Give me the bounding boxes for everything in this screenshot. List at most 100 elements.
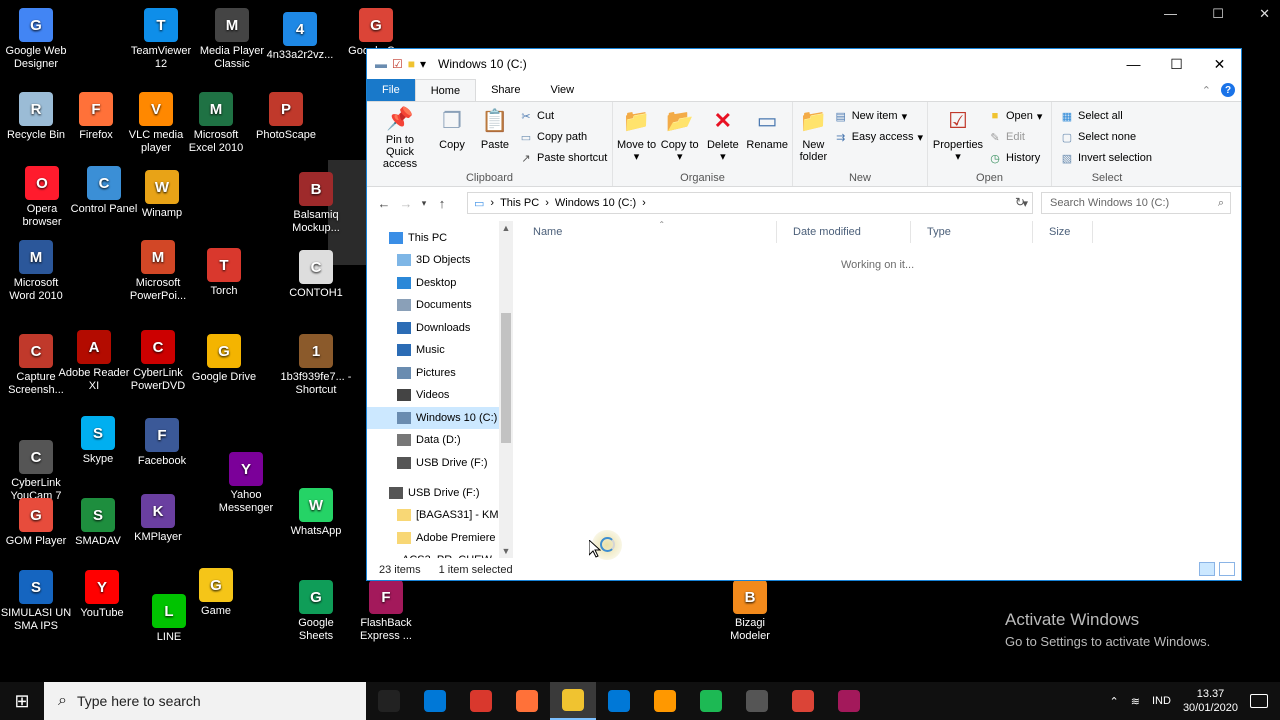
desktop-icon[interactable]: C CyberLink PowerDVD [122,330,194,393]
column-size[interactable]: Size [1033,221,1093,243]
desktop-icon[interactable]: T Torch [188,248,260,298]
address-bar[interactable]: ▭ › This PC › Windows 10 (C:) › ▾ [467,192,1033,214]
desktop-icon[interactable]: G Google Drive [188,334,260,384]
nav-item[interactable]: Windows 10 (C:) [367,407,499,429]
nav-item[interactable]: Videos [367,384,499,406]
desktop-icon[interactable]: S Skype [62,416,134,466]
minimize-button[interactable]: — [1112,49,1155,79]
desktop-icon[interactable]: S SIMULASI UN SMA IPS [0,570,72,633]
copy-to-button[interactable]: 📂 Copy to ▾ [660,104,699,170]
move-to-button[interactable]: 📁 Move to ▾ [617,104,656,170]
desktop-icon[interactable]: G Google Sheets [280,580,352,643]
tab-home[interactable]: Home [414,79,477,101]
nav-item[interactable]: USB Drive (F:) [367,452,499,474]
tab-share[interactable]: Share [476,79,535,101]
desktop-icon[interactable]: M Media Player Classic [196,8,268,71]
select-all-button[interactable]: ▦ Select all [1060,107,1152,125]
nav-item[interactable]: Adobe Premiere [367,527,499,549]
paste-button[interactable]: 📋 Paste [475,104,515,170]
column-date-modified[interactable]: Date modified [777,221,911,243]
desktop-icon[interactable]: W Winamp [126,170,198,220]
paste-shortcut-button[interactable]: ↗ Paste shortcut [519,149,607,167]
search-input[interactable]: Search Windows 10 (C:) ⌕ [1041,192,1231,214]
nav-item[interactable]: ACS3_PR_CHEW... [367,549,500,558]
copy-path-button[interactable]: ▭ Copy path [519,128,607,146]
edit-button[interactable]: ✎ Edit [988,128,1042,146]
taskbar-app[interactable] [458,682,504,720]
taskbar-app[interactable] [780,682,826,720]
taskbar-app[interactable] [642,682,688,720]
maximize-button[interactable]: ☐ [1155,49,1198,79]
copy-button[interactable]: ❐ Copy [433,104,471,170]
desktop-icon[interactable]: M Microsoft Word 2010 [0,240,72,303]
close-icon[interactable]: ✕ [1259,6,1270,24]
new-folder-button[interactable]: 📁 New folder [797,104,830,170]
desktop-icon[interactable]: K KMPlayer [122,494,194,544]
nav-item[interactable]: Data (D:) [367,429,499,451]
open-button[interactable]: ■ Open ▾ [988,107,1043,125]
language-indicator[interactable]: IND [1152,695,1171,707]
desktop-icon[interactable]: M Microsoft PowerPoi... [122,240,194,303]
desktop-icon[interactable]: B Balsamiq Mockup... [280,172,352,235]
scrollbar-thumb[interactable] [501,313,511,443]
taskbar-app[interactable] [366,682,412,720]
invert-selection-button[interactable]: ▧ Invert selection [1060,149,1152,167]
minimize-icon[interactable]: — [1164,6,1177,24]
desktop-icon[interactable]: 1 1b3f939fe7... - Shortcut [280,334,352,397]
desktop-icon[interactable]: G Google Web Designer [0,8,72,71]
properties-small-icon[interactable]: ☑ [392,57,403,71]
tray-overflow-icon[interactable]: ⌃ [1110,695,1119,708]
desktop-icon[interactable]: F FlashBack Express ... [350,580,422,643]
forward-button[interactable]: → [395,196,417,211]
nav-item[interactable]: [BAGAS31] - KM [367,504,499,526]
taskbar-app[interactable] [550,682,596,720]
large-icons-view-icon[interactable] [1219,562,1235,576]
details-view-icon[interactable] [1199,562,1215,576]
breadcrumb-this-pc[interactable]: This PC [500,197,539,209]
new-item-button[interactable]: ▤ New item ▾ [834,107,923,125]
easy-access-button[interactable]: ⇉ Easy access ▾ [834,128,923,146]
taskbar-app[interactable] [826,682,872,720]
wifi-icon[interactable]: ≋ [1131,695,1140,708]
desktop-icon[interactable]: P PhotoScape [250,92,322,142]
properties-button[interactable]: ☑ Properties ▾ [932,104,984,170]
desktop-icon[interactable]: 4 4n33a2r2vz... [264,12,336,62]
scroll-down-icon[interactable]: ▼ [499,546,513,556]
qat-dropdown-icon[interactable]: ▾ [420,57,426,71]
clock[interactable]: 13.37 30/01/2020 [1183,687,1238,715]
pin-quick-access-button[interactable]: 📌 Pin to Quick access [371,104,429,170]
cut-button[interactable]: ✂ Cut [519,107,607,125]
nav-item[interactable]: 3D Objects [367,249,499,271]
new-folder-small-icon[interactable]: ■ [408,57,415,71]
desktop-icon[interactable]: C CONTOH1 [280,250,352,300]
scroll-up-icon[interactable]: ▲ [499,223,513,233]
close-button[interactable]: ✕ [1198,49,1241,79]
taskbar-app[interactable] [504,682,550,720]
help-icon[interactable]: ? [1221,83,1235,97]
navigation-scrollbar[interactable]: ▲ ▼ [499,221,513,558]
nav-item[interactable]: Documents [367,294,499,316]
refresh-icon[interactable]: ↻ [1015,195,1025,209]
rename-button[interactable]: ▭ Rename [746,104,788,170]
history-button[interactable]: ◷ History [988,149,1042,167]
notifications-icon[interactable] [1250,694,1268,708]
delete-button[interactable]: ✕ Delete ▾ [703,104,742,170]
tab-file[interactable]: File [367,79,415,101]
up-button[interactable]: ↑ [431,196,453,211]
nav-item[interactable]: Desktop [367,272,499,294]
back-button[interactable]: ← [373,196,395,211]
start-button[interactable]: ⊞ [0,682,44,720]
nav-item[interactable]: Downloads [367,317,499,339]
desktop-icon[interactable]: F Facebook [126,418,198,468]
ribbon-expand-icon[interactable]: ⌃ [1202,84,1211,97]
desktop-icon[interactable]: B Bizagi Modeler [714,580,786,643]
taskbar-search[interactable]: ⌕ Type here to search [44,682,366,720]
nav-item[interactable]: Music [367,339,499,361]
desktop-icon[interactable]: A Adobe Reader XI [58,330,130,393]
recent-locations-button[interactable]: ▾ [417,198,431,209]
select-none-button[interactable]: ▢ Select none [1060,128,1152,146]
desktop-icon[interactable]: T TeamViewer 12 [125,8,197,71]
tab-view[interactable]: View [535,79,589,101]
maximize-icon[interactable]: ☐ [1212,6,1224,24]
taskbar-app[interactable] [688,682,734,720]
